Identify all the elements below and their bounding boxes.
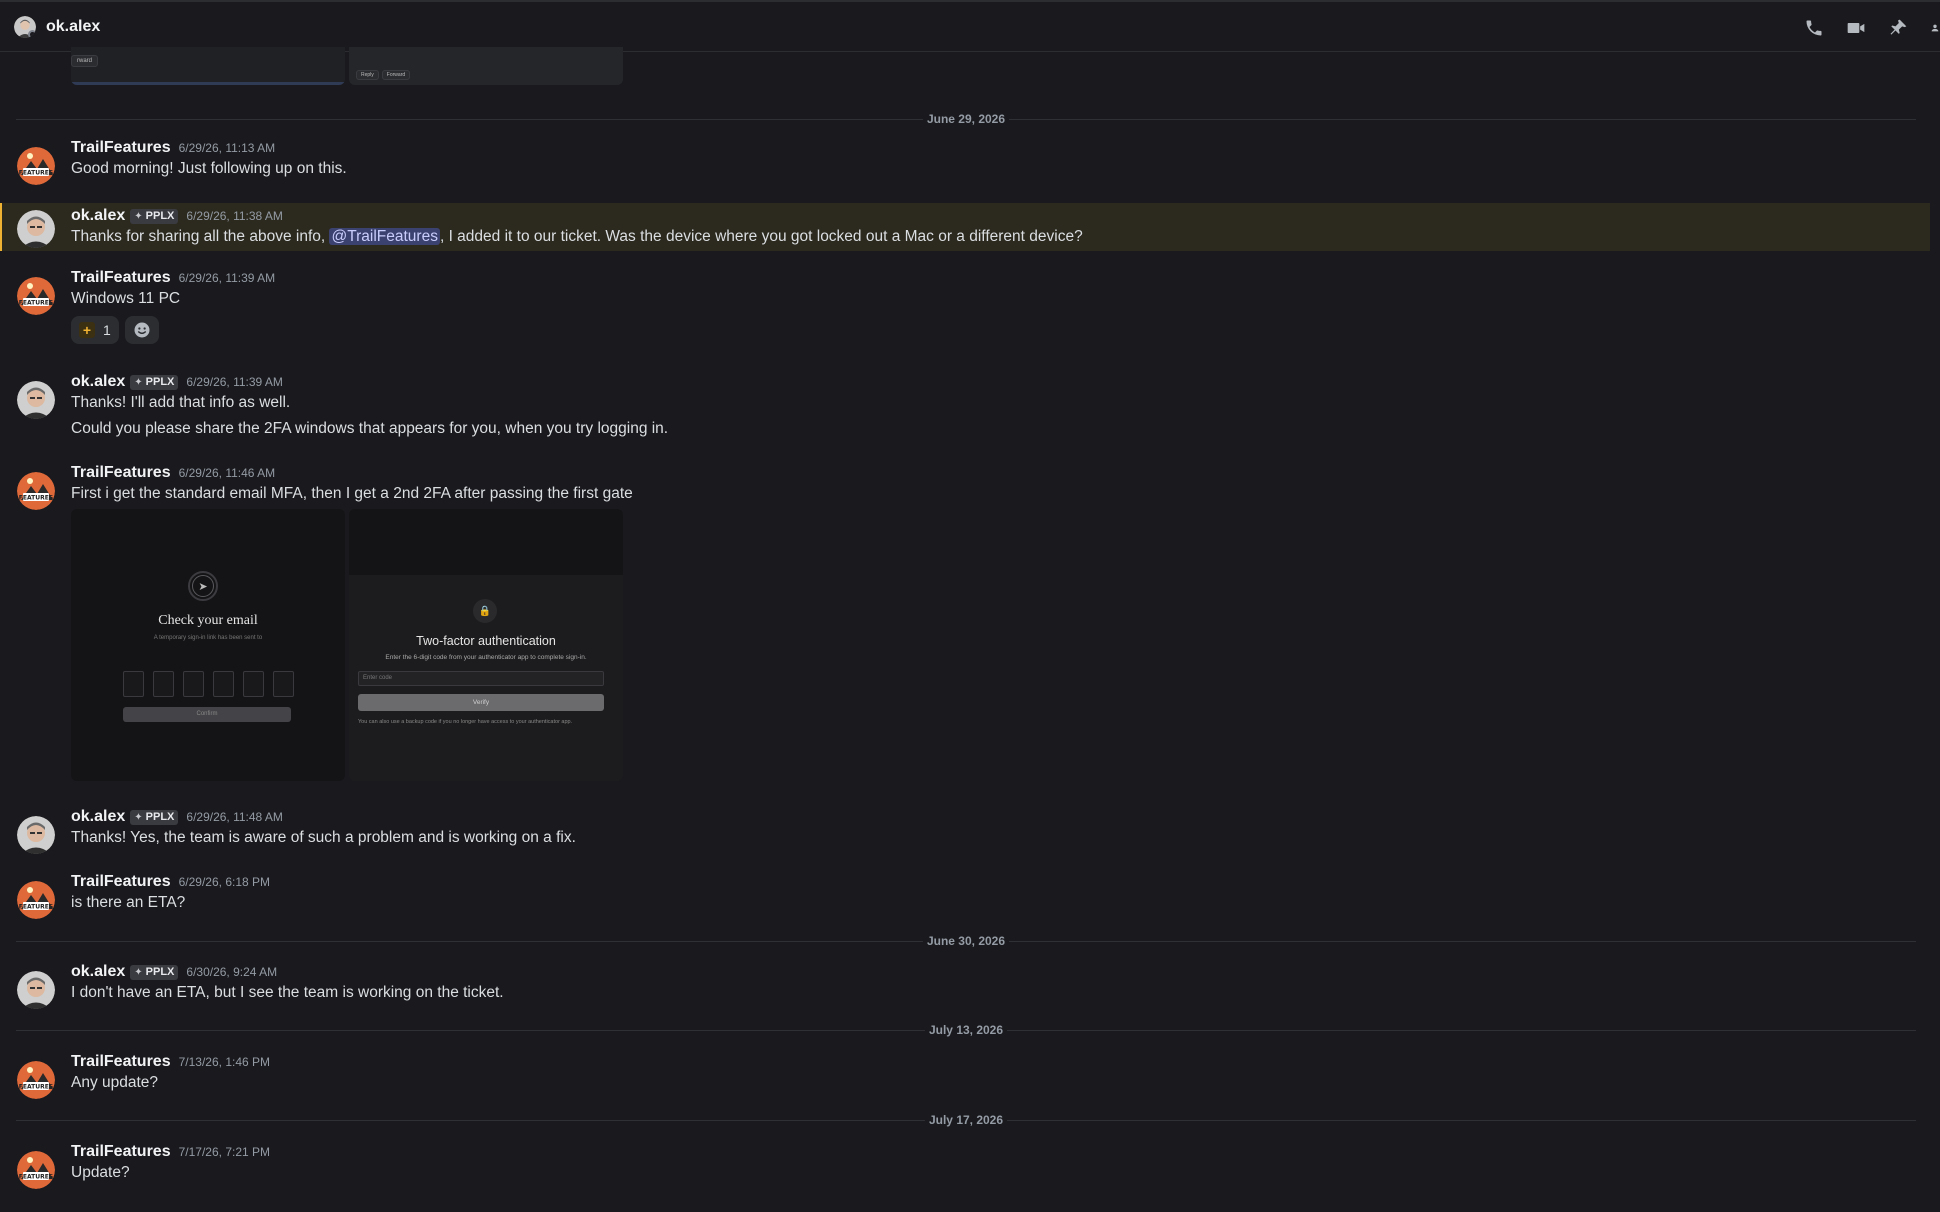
attachment-image-check-email[interactable]: ➤ Check your email A temporary sign-in l… — [71, 509, 345, 781]
author-name[interactable]: TrailFeatures — [71, 1053, 171, 1071]
timestamp: 6/29/26, 11:48 AM — [186, 810, 283, 824]
message-list: rward Reply Forward June 29, 2026 FEATUR… — [0, 47, 1940, 1212]
server-tag[interactable]: ✦ PPLX — [130, 809, 179, 825]
reply-pill: Reply — [356, 70, 379, 80]
sparkle-icon: ✦ — [134, 966, 143, 978]
header-toolbar — [1804, 2, 1940, 54]
attachment-image-two-factor[interactable]: 🔒 Two-factor authentication Enter the 6-… — [349, 509, 623, 781]
message[interactable]: FEATURES TrailFeatures 6/29/26, 11:13 AM… — [0, 138, 1930, 186]
avatar-trailfeatures[interactable]: FEATURES — [17, 1061, 55, 1099]
members-icon[interactable] — [1930, 18, 1940, 38]
attachment-image[interactable]: rward — [71, 47, 345, 85]
author-name[interactable]: TrailFeatures — [71, 873, 171, 891]
reaction-count: 1 — [103, 322, 111, 338]
message-text: I don't have an ETA, but I see the team … — [71, 984, 504, 1001]
avatar-ok-alex[interactable] — [17, 210, 55, 248]
server-tag[interactable]: ✦ PPLX — [130, 964, 179, 980]
timestamp: 6/30/26, 9:24 AM — [186, 965, 278, 979]
sparkle-icon: ✦ — [134, 210, 143, 222]
timestamp: 7/17/26, 7:21 PM — [178, 1145, 271, 1159]
author-name[interactable]: TrailFeatures — [71, 269, 171, 287]
forward-pill: rward — [71, 55, 99, 67]
svg-text:FEATURES: FEATURES — [19, 1174, 53, 1181]
plus-emoji-icon: + — [79, 322, 95, 338]
status-offline-icon — [28, 29, 36, 38]
author-name[interactable]: ok.alex — [71, 373, 125, 391]
channel-header: ok.alex — [0, 0, 1940, 52]
svg-text:FEATURES: FEATURES — [19, 495, 53, 502]
message-text: Update? — [71, 1164, 130, 1181]
dm-window: ok.alex rward Reply Forward June 29, 202… — [0, 0, 1940, 1212]
reaction-plus[interactable]: + 1 — [71, 316, 119, 344]
message-text: Could you please share the 2FA windows t… — [71, 420, 669, 437]
avatar-trailfeatures[interactable]: FEATURES — [17, 1151, 55, 1189]
date-divider: June 29, 2026 — [16, 112, 1916, 126]
reactions: + 1 — [71, 316, 275, 344]
timestamp: 6/29/26, 6:18 PM — [178, 875, 271, 889]
server-tag[interactable]: ✦ PPLX — [130, 208, 179, 224]
code-boxes — [123, 671, 294, 697]
forward-pill: Forward — [381, 70, 411, 80]
image-attachments: ➤ Check your email A temporary sign-in l… — [71, 509, 633, 781]
message[interactable]: ok.alex ✦ PPLX 6/30/26, 9:24 AM I don't h… — [0, 962, 1930, 1010]
email-send-icon: ➤ — [188, 571, 218, 601]
message[interactable]: FEATURES TrailFeatures 7/17/26, 7:21 PM … — [0, 1142, 1930, 1190]
message-text: Any update? — [71, 1074, 159, 1091]
message[interactable]: FEATURES TrailFeatures 6/29/26, 11:46 AM… — [0, 463, 1930, 783]
message-highlighted[interactable]: ok.alex ✦ PPLX 6/29/26, 11:38 AM Thanks f… — [0, 203, 1930, 251]
sparkle-icon: ✦ — [134, 811, 143, 823]
author-name[interactable]: TrailFeatures — [71, 1143, 171, 1161]
author-name[interactable]: TrailFeatures — [71, 464, 171, 482]
message-text: Thanks for sharing all the above info, @… — [71, 228, 1083, 245]
author-name[interactable]: ok.alex — [71, 963, 125, 981]
server-tag[interactable]: ✦ PPLX — [130, 374, 179, 390]
lock-icon: 🔒 — [473, 599, 497, 623]
timestamp: 6/29/26, 11:38 AM — [186, 209, 283, 223]
add-reaction-button[interactable] — [124, 316, 159, 344]
avatar-ok-alex[interactable] — [17, 816, 55, 854]
message-text: Thanks! Yes, the team is aware of such a… — [71, 829, 576, 846]
svg-text:FEATURES: FEATURES — [19, 1084, 53, 1091]
phone-icon[interactable] — [1804, 18, 1824, 38]
message[interactable]: ok.alex ✦ PPLX 6/29/26, 11:48 AM Thanks! … — [0, 807, 1930, 855]
message[interactable]: ok.alex ✦ PPLX 6/29/26, 11:39 AM Thanks! … — [0, 372, 1930, 444]
message-text: Thanks! I'll add that info as well. — [71, 394, 291, 411]
avatar-trailfeatures[interactable]: FEATURES — [17, 472, 55, 510]
avatar-ok-alex[interactable] — [17, 381, 55, 419]
attachment-image[interactable]: Reply Forward — [349, 47, 623, 85]
author-name[interactable]: ok.alex — [71, 808, 125, 826]
date-divider: July 13, 2026 — [16, 1023, 1916, 1037]
timestamp: 6/29/26, 11:46 AM — [178, 466, 276, 480]
timestamp: 6/29/26, 11:39 AM — [186, 375, 283, 389]
timestamp: 7/13/26, 1:46 PM — [178, 1055, 271, 1069]
avatar-ok-alex[interactable] — [17, 971, 55, 1009]
channel-title: ok.alex — [46, 17, 101, 35]
svg-text:FEATURES: FEATURES — [19, 170, 53, 177]
message[interactable]: FEATURES TrailFeatures 6/29/26, 6:18 PM … — [0, 872, 1930, 920]
header-avatar[interactable] — [14, 15, 36, 38]
message[interactable]: FEATURES TrailFeatures 7/13/26, 1:46 PM … — [0, 1052, 1930, 1100]
avatar-trailfeatures[interactable]: FEATURES — [17, 147, 55, 185]
user-mention[interactable]: @TrailFeatures — [329, 228, 440, 245]
avatar-trailfeatures[interactable]: FEATURES — [17, 277, 55, 315]
svg-text:FEATURES: FEATURES — [19, 300, 53, 307]
svg-text:FEATURES: FEATURES — [19, 904, 53, 911]
pin-icon[interactable] — [1888, 18, 1908, 38]
sparkle-icon: ✦ — [134, 376, 143, 388]
date-divider: June 30, 2026 — [16, 934, 1916, 948]
message[interactable]: FEATURES TrailFeatures 6/29/26, 11:39 AM… — [0, 268, 1930, 346]
smiley-icon — [134, 322, 150, 338]
message-text: Good morning! Just following up on this. — [71, 160, 347, 177]
author-name[interactable]: TrailFeatures — [71, 139, 171, 157]
avatar-trailfeatures[interactable]: FEATURES — [17, 881, 55, 919]
message-text: Windows 11 PC — [71, 290, 181, 307]
timestamp: 6/29/26, 11:13 AM — [178, 141, 276, 155]
author-name[interactable]: ok.alex — [71, 207, 125, 225]
date-divider: July 17, 2026 — [16, 1113, 1916, 1127]
video-icon[interactable] — [1846, 18, 1866, 38]
timestamp: 6/29/26, 11:39 AM — [178, 271, 276, 285]
previous-attachments: rward Reply Forward — [71, 47, 623, 85]
message-text: First i get the standard email MFA, then… — [71, 485, 633, 502]
message-text: is there an ETA? — [71, 894, 186, 911]
